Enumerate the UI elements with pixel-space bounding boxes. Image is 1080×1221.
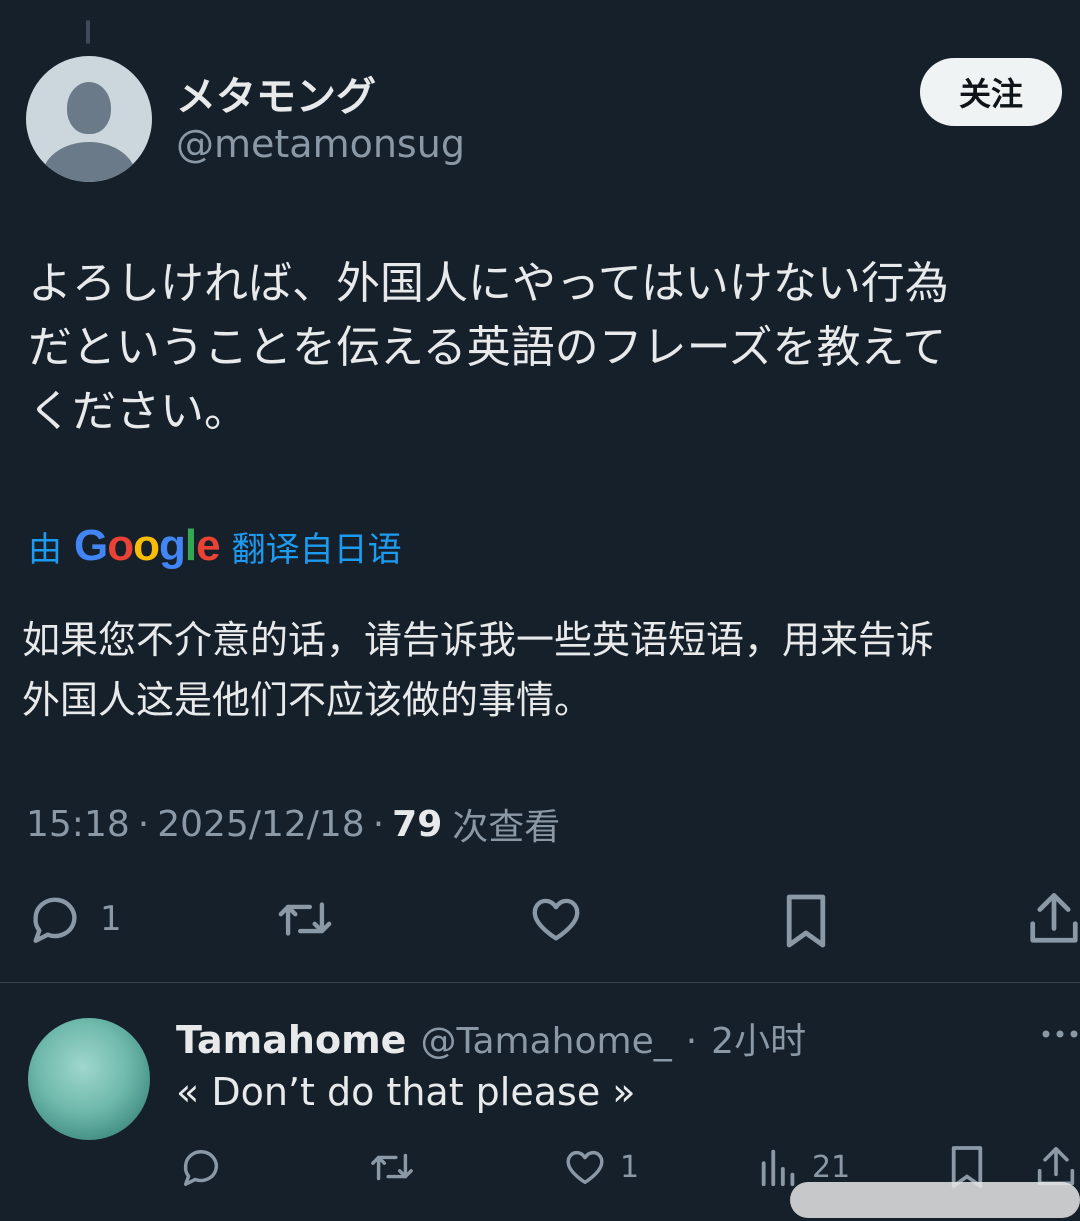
reply-separator: · [685, 1021, 698, 1062]
retweet-icon [278, 902, 332, 936]
reply-count: 1 [100, 899, 122, 939]
tweet-time[interactable]: 15:18 [26, 804, 130, 845]
reply-reply-action[interactable] [178, 1144, 224, 1190]
watermark-overlay [790, 1182, 1080, 1218]
tweet-date[interactable]: 2025/12/18 [157, 804, 365, 845]
reply-like-count: 1 [620, 1149, 640, 1185]
reply-like-action[interactable]: 1 [562, 1144, 639, 1190]
share-icon [1030, 893, 1078, 943]
reply-author-handle[interactable]: @Tamahome_ [420, 1021, 671, 1062]
default-avatar-head-icon [67, 82, 111, 134]
reply-text: « Don’t do that please » [176, 1070, 636, 1114]
translation-attribution[interactable]: 由 Google 翻译自日语 [28, 520, 402, 572]
meta-separator: · [137, 803, 150, 845]
views-label: 次查看 [452, 807, 561, 848]
tweet-meta: 15:18 · 2025/12/18 · 79 次查看 [26, 798, 560, 850]
section-divider [0, 982, 1080, 983]
author-display-name[interactable]: メタモング [176, 64, 376, 122]
thread-connector-line [86, 20, 90, 44]
google-logo: Google [74, 521, 221, 570]
heart-icon [566, 1150, 604, 1185]
reply-retweet-action[interactable] [366, 1144, 418, 1190]
retweet-action[interactable] [272, 890, 338, 948]
reply-action[interactable]: 1 [26, 890, 122, 948]
retweet-icon [371, 1153, 413, 1181]
reply-time[interactable]: 2小时 [711, 1012, 806, 1064]
share-action[interactable] [1028, 890, 1080, 948]
reply-author-name[interactable]: Tamahome [176, 1018, 406, 1062]
bookmark-icon [786, 894, 826, 948]
reply-views-count: 21 [812, 1149, 851, 1185]
meta-separator: · [372, 803, 385, 845]
translation-prefix: 由 [28, 529, 62, 570]
author-avatar[interactable] [26, 56, 152, 182]
follow-button[interactable]: 关注 [920, 58, 1062, 126]
reply-header: Tamahome @Tamahome_ · 2小时 [176, 1012, 806, 1064]
translation-suffix: 翻译自日语 [231, 529, 402, 570]
author-handle[interactable]: @metamonsug [176, 122, 465, 166]
reply-icon [183, 1150, 219, 1186]
bookmark-action[interactable] [782, 892, 830, 950]
reply-author-avatar[interactable] [28, 1018, 150, 1140]
translated-text: 如果您不介意的话，请告诉我一些英语短语，用来告诉 外国人这是他们不应该做的事情。 [22, 618, 935, 722]
more-options-icon[interactable] [1040, 1022, 1080, 1046]
reply-icon [33, 897, 77, 943]
default-avatar-body-icon [42, 142, 136, 182]
like-action[interactable] [526, 890, 586, 948]
tweet-text: よろしければ、外国人にやってはいけない行為 だということを伝える英語のフレーズを… [28, 258, 949, 437]
heart-icon [532, 898, 580, 941]
views-count: 79 [392, 803, 443, 845]
analytics-icon [761, 1149, 795, 1187]
